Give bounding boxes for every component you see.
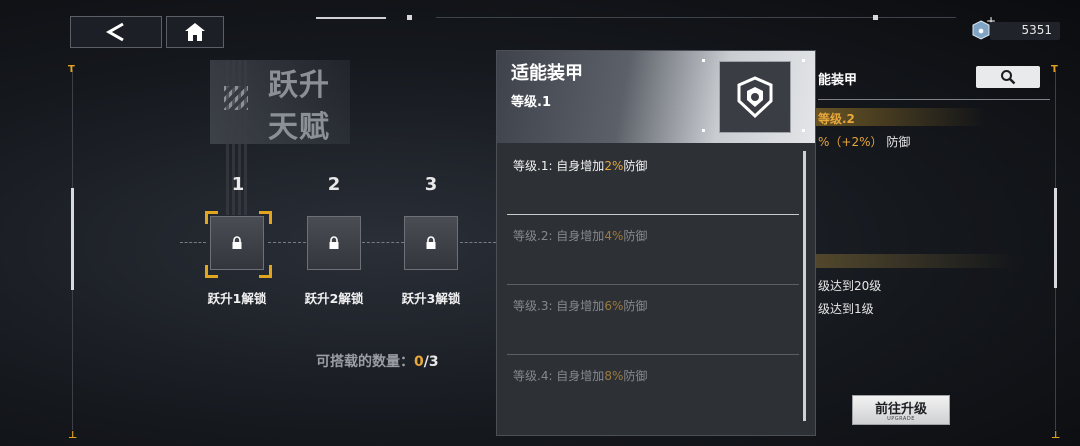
level-row-prefix: 等级.2: 自身增加 [513,229,605,243]
slot-connector [460,242,496,244]
currency-value: 5351 [1021,23,1052,37]
slot-number-3: 3 [424,174,438,195]
top-decor-line [436,17,956,18]
popup-title: 适能装甲 [511,63,583,84]
slot-label-1: 跃升1解锁 [207,291,267,306]
frame-dot [802,59,805,62]
frame-mark: T [1051,64,1058,75]
right-panel-effect-value: %（+2%） [818,135,883,149]
slot-connector [362,242,404,244]
back-button[interactable] [70,16,162,48]
slot-number-2: 2 [327,174,341,195]
frame-dot [702,59,705,62]
level-divider [507,354,799,355]
level-row-value: 6% [604,299,624,313]
lock-icon [232,236,242,249]
svg-text:⬢: ⬢ [978,28,983,35]
requirement-band [816,254,1016,268]
frame-dot [802,129,805,132]
slot-connector [268,242,306,244]
top-decor-dot [873,15,878,20]
chevron-left-icon [105,22,124,42]
talent-slot-3[interactable] [404,216,458,270]
level-row-suffix: 防御 [623,159,648,173]
equip-count-label: 可搭载的数量： [316,354,414,370]
top-decor-line [316,17,386,19]
upgrade-button-sub: UPGRADE [887,416,915,422]
popup-level: 等级.1 [511,95,551,110]
upgrade-button[interactable]: 前往升级 UPGRADE [852,395,950,425]
selection-corner [205,265,218,278]
right-panel-divider [818,99,1050,100]
level-row-1: 等级.1: 自身增加2%防御 [513,157,647,174]
level-divider [507,214,799,215]
level-row-suffix: 防御 [623,299,648,313]
top-decor-dot [407,15,412,20]
popup-scrollbar[interactable] [803,151,806,421]
level-row-suffix: 防御 [623,369,648,383]
equip-count: 可搭载的数量：0/3 [316,351,439,371]
level-row-2: 等级.2: 自身增加4%防御 [513,227,647,244]
level-row-4: 等级.4: 自身增加8%防御 [513,367,647,384]
talent-title-line1: 跃升 [268,68,330,103]
level-row-value: 4% [604,229,624,243]
equip-count-max: /3 [423,354,439,370]
lock-icon [426,236,436,249]
right-panel-level: 等级.2 [818,112,855,126]
slot-number-1: 1 [231,174,245,195]
lock-icon [329,236,339,249]
level-row-prefix: 等级.4: 自身增加 [513,369,605,383]
left-frame-accent [71,188,74,290]
level-row-value: 8% [604,369,624,383]
talent-title-line2: 天赋 [268,110,330,145]
equip-count-current: 0 [414,354,424,370]
level-row-3: 等级.3: 自身增加6%防御 [513,297,647,314]
level-row-value: 2% [604,159,624,173]
selection-corner [205,211,218,224]
talent-detail-popup[interactable]: 适能装甲 等级.1 等级.1: 自身增加2%防御 等级.2: 自身增加4%防御 … [496,50,816,436]
right-panel-effect-suffix: 防御 [886,135,911,149]
search-icon [1001,70,1016,85]
slot-connector [180,242,206,244]
selection-corner [259,211,272,224]
right-panel-title: 能装甲 [818,73,858,88]
level-row-prefix: 等级.1: 自身增加 [513,159,605,173]
talent-slot-1[interactable] [210,216,264,270]
level-row-suffix: 防御 [623,229,648,243]
frame-mark: ⊥ [1051,430,1061,441]
level-row-prefix: 等级.3: 自身增加 [513,299,605,313]
popup-header: 适能装甲 等级.1 [497,51,815,143]
selection-corner [259,265,272,278]
requirement-2: 级达到1级 [818,302,874,316]
armor-shield-icon [737,76,773,119]
right-panel-effect: %（+2%） 防御 [818,133,910,150]
home-button[interactable] [166,16,224,48]
upgrade-button-label: 前往升级 [874,402,927,417]
frame-mark: T [68,64,75,75]
talent-slot-2[interactable] [307,216,361,270]
slot-label-3: 跃升3解锁 [401,291,461,306]
requirement-1: 级达到20级 [818,279,882,293]
home-icon [185,23,205,41]
search-button[interactable] [976,66,1040,88]
right-frame-accent [1054,188,1057,288]
currency-display: 5351 [990,22,1060,40]
level-divider [507,284,799,285]
frame-mark: ⊥ [68,430,78,441]
slot-label-2: 跃升2解锁 [304,291,364,306]
frame-dot [702,129,705,132]
talent-icon-frame [719,61,791,133]
